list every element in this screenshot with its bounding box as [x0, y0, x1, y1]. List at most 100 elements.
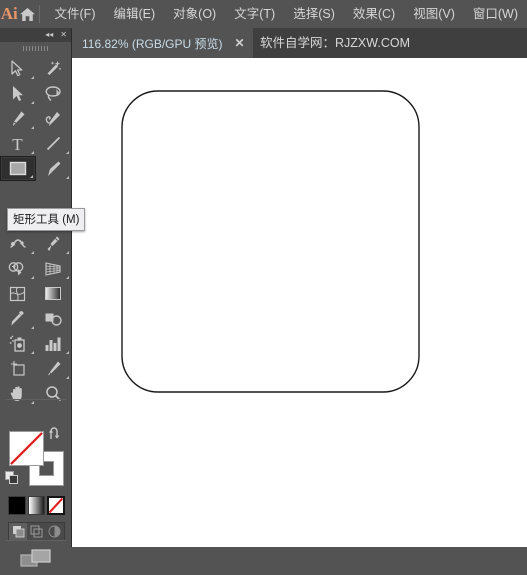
document-tab-bar: 116.82% (RGB/GPU 预览) ✕ 软件自学网：RJZXW.COM	[0, 28, 527, 58]
swap-fill-stroke-icon[interactable]	[48, 427, 62, 441]
artboard-tool-icon	[10, 361, 25, 376]
tool-rectangle-tool[interactable]	[0, 156, 36, 181]
color-zone-divider	[5, 399, 66, 400]
tool-curvature-tool[interactable]	[36, 106, 72, 131]
menu-item-list: 文件(F) 编辑(E) 对象(O) 文字(T) 选择(S) 效果(C) 视图(V…	[46, 0, 527, 28]
artwork-layer	[121, 90, 420, 393]
change-screen-mode-icon[interactable]	[19, 548, 53, 570]
gradient-tool-icon	[45, 287, 62, 300]
tool-column-graph-tool[interactable]	[36, 331, 72, 356]
draw-behind-icon	[30, 525, 43, 538]
tool-selection-tool[interactable]	[0, 56, 36, 81]
draw-normal[interactable]	[9, 523, 28, 540]
canvas-area[interactable]	[72, 58, 527, 547]
screen-mode-divider	[5, 540, 66, 541]
menu-select[interactable]: 选择(S)	[284, 0, 344, 28]
color-mode-gradient[interactable]	[27, 496, 46, 515]
close-icon[interactable]: ✕	[235, 37, 245, 49]
flyout-indicator-icon	[30, 151, 34, 154]
fill-swatch[interactable]	[9, 431, 44, 466]
grip-dots-icon	[22, 45, 49, 51]
menu-view[interactable]: 视图(V)	[404, 0, 464, 28]
home-icon[interactable]	[18, 0, 36, 28]
width-tool-icon	[10, 239, 26, 248]
tools-panel-header: ◂◂ ✕	[0, 28, 71, 42]
tool-pen-tool[interactable]	[0, 106, 36, 131]
tool-paintbrush-tool[interactable]	[36, 156, 72, 181]
type-tool-icon: T	[13, 135, 24, 152]
flyout-indicator-icon	[66, 151, 69, 154]
pen-tool-icon	[13, 111, 25, 126]
draw-inside[interactable]	[46, 523, 64, 540]
menu-edit[interactable]: 编辑(E)	[104, 0, 164, 28]
tool-perspective-grid-tool[interactable]	[36, 256, 72, 281]
shape-builder-tool-icon	[8, 261, 24, 275]
tool-row-spacer-right	[36, 181, 72, 206]
none-slash-icon	[49, 498, 63, 513]
tool-symbol-sprayer-tool[interactable]	[0, 331, 36, 356]
flyout-indicator-icon	[30, 126, 34, 129]
menu-effect[interactable]: 效果(C)	[344, 0, 404, 28]
flyout-indicator-icon	[66, 251, 69, 254]
menu-bar: Ai 文件(F) 编辑(E) 对象(O) 文字(T) 选择(S) 效果(C) 视…	[0, 0, 527, 28]
tool-row-spacer-left	[0, 181, 36, 206]
svg-text:T: T	[13, 135, 24, 152]
flyout-indicator-icon	[29, 175, 33, 178]
screen-mode-zone	[0, 540, 71, 575]
menu-window[interactable]: 窗口(W)	[464, 0, 527, 28]
app-logo-icon: Ai	[0, 4, 18, 23]
flyout-indicator-icon	[66, 176, 69, 179]
tool-eyedropper-tool[interactable]	[0, 306, 36, 331]
lasso-tool-icon	[45, 86, 61, 101]
tool-width-tool[interactable]	[0, 231, 36, 256]
direct-selection-tool-icon	[13, 86, 24, 101]
tool-artboard-tool[interactable]	[0, 356, 36, 381]
tool-direct-selection-tool[interactable]	[0, 81, 36, 106]
tools-panel: ◂◂ ✕ T 矩形工具 (M)	[0, 28, 86, 567]
tool-shape-builder-tool[interactable]	[0, 256, 36, 281]
flyout-indicator-icon	[30, 326, 34, 329]
flyout-indicator-icon	[30, 101, 34, 104]
menu-divider	[38, 5, 40, 23]
curvature-tool-icon	[46, 112, 61, 126]
selection-tool-icon	[11, 60, 23, 77]
collapse-panel-icon[interactable]: ◂◂	[45, 31, 53, 39]
home-glyph	[20, 7, 36, 21]
tool-type-tool[interactable]: T	[0, 131, 36, 156]
rounded-rectangle[interactable]	[121, 90, 420, 393]
menu-object[interactable]: 对象(O)	[164, 0, 225, 28]
draw-normal-icon	[12, 526, 25, 538]
color-mode-row	[8, 496, 65, 518]
tool-slice-tool[interactable]	[36, 356, 72, 381]
paintbrush-tool-icon	[47, 161, 61, 176]
illustrator-window: Ai 文件(F) 编辑(E) 对象(O) 文字(T) 选择(S) 效果(C) 视…	[0, 0, 527, 567]
document-tab[interactable]: 116.82% (RGB/GPU 预览) ✕	[72, 28, 253, 58]
color-mode-none[interactable]	[47, 496, 65, 515]
tool-line-segment-tool[interactable]	[36, 131, 72, 156]
tool-puppet-warp-tool[interactable]	[36, 231, 72, 256]
close-panel-icon[interactable]: ✕	[60, 31, 67, 39]
tool-magic-wand-tool[interactable]	[36, 56, 72, 81]
flyout-indicator-icon	[30, 276, 34, 279]
draw-inside-icon	[48, 525, 61, 538]
puppet-warp-tool-icon	[47, 236, 60, 251]
flyout-indicator-icon	[66, 276, 69, 279]
menu-type[interactable]: 文字(T)	[225, 0, 284, 28]
default-fill-stroke-icon[interactable]	[5, 471, 18, 484]
flyout-indicator-icon	[30, 76, 34, 79]
menu-file[interactable]: 文件(F)	[46, 0, 105, 28]
draw-behind[interactable]	[27, 523, 45, 540]
flyout-indicator-icon	[66, 351, 69, 354]
color-mode-solid[interactable]	[8, 496, 26, 515]
tool-blend-tool[interactable]	[36, 306, 72, 331]
slice-tool-icon	[47, 361, 61, 376]
magic-wand-tool-icon	[47, 61, 62, 75]
tool-mesh-tool[interactable]	[0, 281, 36, 306]
watermark-text: 软件自学网：RJZXW.COM	[260, 36, 410, 50]
tool-lasso-tool[interactable]	[36, 81, 72, 106]
panel-drag-handle[interactable]	[0, 42, 71, 54]
drawing-mode-row	[8, 522, 65, 541]
blend-tool-icon	[45, 313, 62, 326]
rectangle-tool-icon	[9, 161, 26, 176]
tool-gradient-tool[interactable]	[36, 281, 72, 306]
